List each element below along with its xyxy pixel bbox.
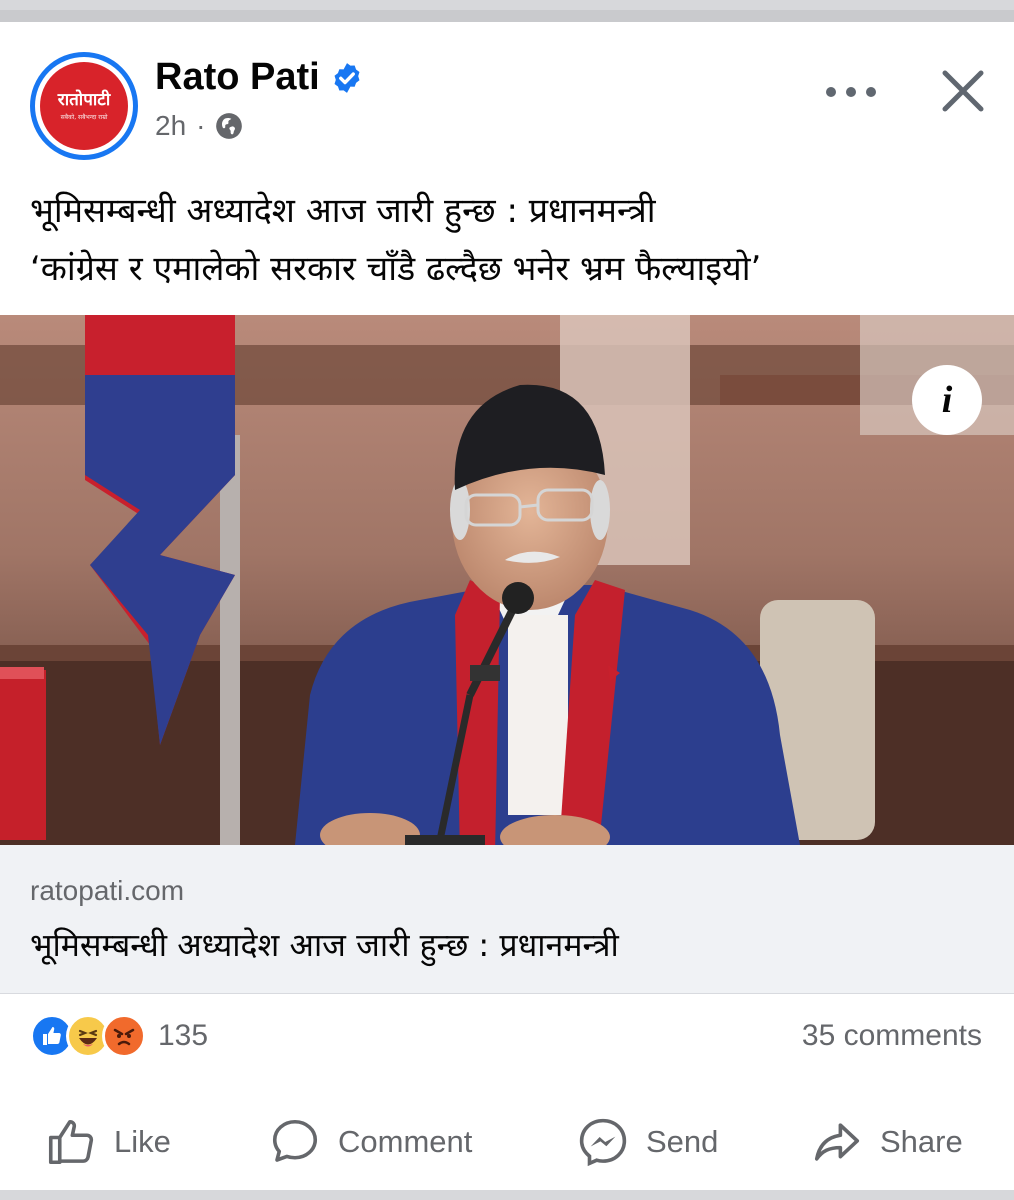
bottom-separator <box>0 1190 1014 1200</box>
page-name-row: Rato Pati <box>155 56 364 99</box>
ratopati-logo: रातोपाटी सबैको, सबैभन्दा राम्रो <box>40 62 128 150</box>
send-button[interactable]: Send <box>576 1107 718 1177</box>
link-domain: ratopati.com <box>30 875 185 906</box>
comment-bubble-icon <box>272 1119 318 1162</box>
close-icon[interactable] <box>940 68 986 114</box>
page-avatar[interactable]: रातोपाटी सबैको, सबैभन्दा राम्रो <box>30 52 138 160</box>
post-meta: 2h · <box>155 110 243 142</box>
post-caption: भूमिसम्बन्धी अध्यादेश आज जारी हुन्छ : प्… <box>30 182 990 298</box>
reactions-summary[interactable]: 135 <box>30 1014 208 1058</box>
like-label: Like <box>114 1124 171 1159</box>
comment-button[interactable]: Comment <box>268 1107 472 1177</box>
page-name[interactable]: Rato Pati <box>155 56 320 99</box>
angry-reaction-icon <box>102 1014 146 1058</box>
caption-line: भूमिसम्बन्धी अध्यादेश आज जारी हुन्छ : प्… <box>30 191 656 231</box>
share-button[interactable]: Share <box>810 1107 963 1177</box>
avatar-tagline: सबैको, सबैभन्दा राम्रो <box>60 113 108 121</box>
post-action-bar: Like Comment Send Share <box>0 1107 1014 1177</box>
caption-line: ‘कांग्रेस र एमालेको सरकार चाँडै ढल्दैछ भ… <box>30 249 762 289</box>
link-title: भूमिसम्बन्धी अध्यादेश आज जारी हुन्छ : प्… <box>30 926 619 964</box>
post-photo-illustration <box>0 315 1014 845</box>
messenger-icon <box>579 1118 627 1167</box>
verified-badge-icon <box>334 62 360 93</box>
globe-icon <box>216 113 243 139</box>
like-button[interactable]: Like <box>44 1107 171 1177</box>
post-time[interactable]: 2h <box>155 110 186 142</box>
top-separator <box>0 0 1014 10</box>
comments-count[interactable]: 35 comments <box>802 1019 982 1053</box>
share-arrow-icon <box>814 1123 860 1161</box>
post-card: रातोपाटी सबैको, सबैभन्दा राम्रो Rato Pat… <box>0 22 1014 1190</box>
send-label: Send <box>646 1124 719 1159</box>
meta-separator: · <box>196 110 206 141</box>
reaction-count: 135 <box>158 1019 209 1052</box>
comment-label: Comment <box>338 1124 473 1159</box>
info-icon[interactable]: i <box>912 365 982 435</box>
more-options-icon[interactable] <box>826 74 876 110</box>
post-image[interactable]: i <box>0 315 1014 845</box>
thumbs-up-icon <box>48 1119 94 1165</box>
more-dot <box>866 87 876 97</box>
share-label: Share <box>880 1124 963 1159</box>
more-dot <box>846 87 856 97</box>
link-preview[interactable]: ratopati.com भूमिसम्बन्धी अध्यादेश आज जा… <box>0 845 1014 994</box>
avatar-logo-text: रातोपाटी <box>57 90 111 111</box>
more-dot <box>826 87 836 97</box>
